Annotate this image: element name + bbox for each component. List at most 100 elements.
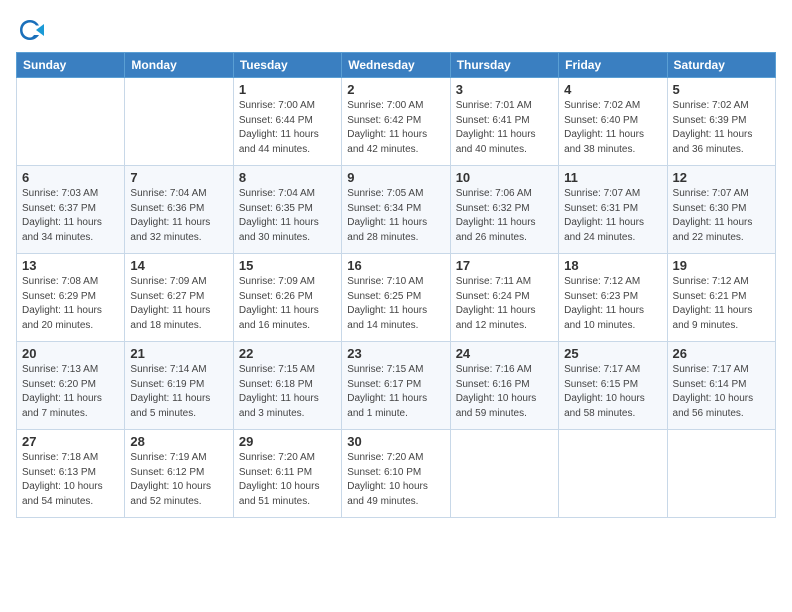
calendar-cell [559, 430, 667, 518]
calendar-cell: 8Sunrise: 7:04 AM Sunset: 6:35 PM Daylig… [233, 166, 341, 254]
day-number: 19 [673, 258, 770, 273]
day-detail: Sunrise: 7:18 AM Sunset: 6:13 PM Dayligh… [22, 451, 119, 509]
day-number: 13 [22, 258, 119, 273]
calendar-cell: 29Sunrise: 7:20 AM Sunset: 6:11 PM Dayli… [233, 430, 341, 518]
calendar-week-row: 27 Sunrise: 7:18 AM Sunset: 6:13 PM Dayli… [17, 430, 776, 518]
day-detail: Sunrise: 7:10 AM Sunset: 6:25 PM Dayligh… [347, 275, 444, 333]
day-detail: Sunrise: 7:16 AM Sunset: 6:16 PM Dayligh… [456, 363, 553, 421]
calendar-cell: 3 Sunrise: 7:01 AM Sunset: 6:41 PM Daylig… [450, 78, 558, 166]
day-detail: Sunrise: 7:17 AM Sunset: 6:14 PM Dayligh… [673, 363, 770, 421]
calendar-cell: 19 Sunrise: 7:12 AM Sunset: 6:21 PM Dayli… [667, 254, 775, 342]
calendar-cell [667, 430, 775, 518]
calendar-header: SundayMondayTuesdayWednesdayThursdayFrid… [17, 53, 776, 78]
day-detail: Sunrise: 7:09 AM Sunset: 6:26 PM Dayligh… [239, 275, 336, 333]
weekday-header: Wednesday [342, 53, 450, 78]
weekday-header: Sunday [17, 53, 125, 78]
day-number: 14 [130, 258, 227, 273]
day-number: 30 [347, 434, 444, 449]
day-detail: Sunrise: 7:14 AM Sunset: 6:19 PM Dayligh… [130, 363, 227, 421]
calendar-week-row: 20Sunrise: 7:13 AM Sunset: 6:20 PM Dayli… [17, 342, 776, 430]
calendar-cell: 6 Sunrise: 7:03 AM Sunset: 6:37 PM Daylig… [17, 166, 125, 254]
calendar-cell: 13 Sunrise: 7:08 AM Sunset: 6:29 PM Dayli… [17, 254, 125, 342]
day-detail: Sunrise: 7:12 AM Sunset: 6:21 PM Dayligh… [673, 275, 770, 333]
calendar-cell: 20Sunrise: 7:13 AM Sunset: 6:20 PM Dayli… [17, 342, 125, 430]
calendar-cell: 9Sunrise: 7:05 AM Sunset: 6:34 PM Daylig… [342, 166, 450, 254]
day-number: 18 [564, 258, 661, 273]
calendar-cell: 5 Sunrise: 7:02 AM Sunset: 6:39 PM Daylig… [667, 78, 775, 166]
calendar-cell: 4 Sunrise: 7:02 AM Sunset: 6:40 PM Daylig… [559, 78, 667, 166]
calendar-week-row: 1 Sunrise: 7:00 AM Sunset: 6:44 PM Daylig… [17, 78, 776, 166]
calendar-cell: 22 Sunrise: 7:15 AM Sunset: 6:18 PM Dayli… [233, 342, 341, 430]
day-number: 22 [239, 346, 336, 361]
day-number: 17 [456, 258, 553, 273]
day-number: 21 [130, 346, 227, 361]
day-number: 24 [456, 346, 553, 361]
page-header [16, 16, 776, 44]
day-number: 12 [673, 170, 770, 185]
day-number: 16 [347, 258, 444, 273]
day-detail: Sunrise: 7:06 AM Sunset: 6:32 PM Dayligh… [456, 187, 553, 245]
logo-icon [16, 16, 44, 44]
weekday-header: Saturday [667, 53, 775, 78]
calendar-table: SundayMondayTuesdayWednesdayThursdayFrid… [16, 52, 776, 518]
day-detail: Sunrise: 7:04 AM Sunset: 6:35 PM Dayligh… [239, 187, 336, 245]
calendar-cell: 15 Sunrise: 7:09 AM Sunset: 6:26 PM Dayli… [233, 254, 341, 342]
calendar-cell: 25 Sunrise: 7:17 AM Sunset: 6:15 PM Dayli… [559, 342, 667, 430]
day-detail: Sunrise: 7:02 AM Sunset: 6:40 PM Dayligh… [564, 99, 661, 157]
day-detail: Sunrise: 7:15 AM Sunset: 6:18 PM Dayligh… [239, 363, 336, 421]
day-number: 26 [673, 346, 770, 361]
day-detail: Sunrise: 7:20 AM Sunset: 6:11 PM Dayligh… [239, 451, 336, 509]
calendar-week-row: 13 Sunrise: 7:08 AM Sunset: 6:29 PM Dayli… [17, 254, 776, 342]
calendar-cell: 21 Sunrise: 7:14 AM Sunset: 6:19 PM Dayli… [125, 342, 233, 430]
day-detail: Sunrise: 7:07 AM Sunset: 6:30 PM Dayligh… [673, 187, 770, 245]
day-detail: Sunrise: 7:00 AM Sunset: 6:42 PM Dayligh… [347, 99, 444, 157]
day-number: 4 [564, 82, 661, 97]
day-number: 5 [673, 82, 770, 97]
day-number: 1 [239, 82, 336, 97]
calendar-cell: 11Sunrise: 7:07 AM Sunset: 6:31 PM Dayli… [559, 166, 667, 254]
calendar-cell [125, 78, 233, 166]
day-detail: Sunrise: 7:02 AM Sunset: 6:39 PM Dayligh… [673, 99, 770, 157]
calendar-cell: 1 Sunrise: 7:00 AM Sunset: 6:44 PM Daylig… [233, 78, 341, 166]
day-detail: Sunrise: 7:01 AM Sunset: 6:41 PM Dayligh… [456, 99, 553, 157]
day-number: 7 [130, 170, 227, 185]
day-detail: Sunrise: 7:13 AM Sunset: 6:20 PM Dayligh… [22, 363, 119, 421]
day-detail: Sunrise: 7:19 AM Sunset: 6:12 PM Dayligh… [130, 451, 227, 509]
logo [16, 16, 48, 44]
weekday-header: Monday [125, 53, 233, 78]
day-detail: Sunrise: 7:00 AM Sunset: 6:44 PM Dayligh… [239, 99, 336, 157]
calendar-cell: 30 Sunrise: 7:20 AM Sunset: 6:10 PM Dayli… [342, 430, 450, 518]
day-detail: Sunrise: 7:04 AM Sunset: 6:36 PM Dayligh… [130, 187, 227, 245]
day-detail: Sunrise: 7:11 AM Sunset: 6:24 PM Dayligh… [456, 275, 553, 333]
calendar-cell: 27 Sunrise: 7:18 AM Sunset: 6:13 PM Dayli… [17, 430, 125, 518]
day-detail: Sunrise: 7:15 AM Sunset: 6:17 PM Dayligh… [347, 363, 444, 421]
day-detail: Sunrise: 7:12 AM Sunset: 6:23 PM Dayligh… [564, 275, 661, 333]
day-detail: Sunrise: 7:03 AM Sunset: 6:37 PM Dayligh… [22, 187, 119, 245]
day-detail: Sunrise: 7:08 AM Sunset: 6:29 PM Dayligh… [22, 275, 119, 333]
day-number: 3 [456, 82, 553, 97]
calendar-cell: 2 Sunrise: 7:00 AM Sunset: 6:42 PM Daylig… [342, 78, 450, 166]
day-number: 2 [347, 82, 444, 97]
calendar-cell: 23Sunrise: 7:15 AM Sunset: 6:17 PM Dayli… [342, 342, 450, 430]
day-number: 9 [347, 170, 444, 185]
day-number: 25 [564, 346, 661, 361]
calendar-cell: 26 Sunrise: 7:17 AM Sunset: 6:14 PM Dayli… [667, 342, 775, 430]
calendar-week-row: 6 Sunrise: 7:03 AM Sunset: 6:37 PM Daylig… [17, 166, 776, 254]
day-detail: Sunrise: 7:07 AM Sunset: 6:31 PM Dayligh… [564, 187, 661, 245]
calendar-cell: 14 Sunrise: 7:09 AM Sunset: 6:27 PM Dayli… [125, 254, 233, 342]
day-detail: Sunrise: 7:20 AM Sunset: 6:10 PM Dayligh… [347, 451, 444, 509]
calendar-cell: 28Sunrise: 7:19 AM Sunset: 6:12 PM Dayli… [125, 430, 233, 518]
calendar-cell [17, 78, 125, 166]
day-number: 6 [22, 170, 119, 185]
day-detail: Sunrise: 7:09 AM Sunset: 6:27 PM Dayligh… [130, 275, 227, 333]
calendar-cell [450, 430, 558, 518]
day-number: 27 [22, 434, 119, 449]
calendar-cell: 17 Sunrise: 7:11 AM Sunset: 6:24 PM Dayli… [450, 254, 558, 342]
calendar-cell: 10Sunrise: 7:06 AM Sunset: 6:32 PM Dayli… [450, 166, 558, 254]
day-number: 15 [239, 258, 336, 273]
weekday-header: Thursday [450, 53, 558, 78]
calendar-cell: 16 Sunrise: 7:10 AM Sunset: 6:25 PM Dayli… [342, 254, 450, 342]
calendar-cell: 24 Sunrise: 7:16 AM Sunset: 6:16 PM Dayli… [450, 342, 558, 430]
weekday-header: Friday [559, 53, 667, 78]
day-detail: Sunrise: 7:17 AM Sunset: 6:15 PM Dayligh… [564, 363, 661, 421]
